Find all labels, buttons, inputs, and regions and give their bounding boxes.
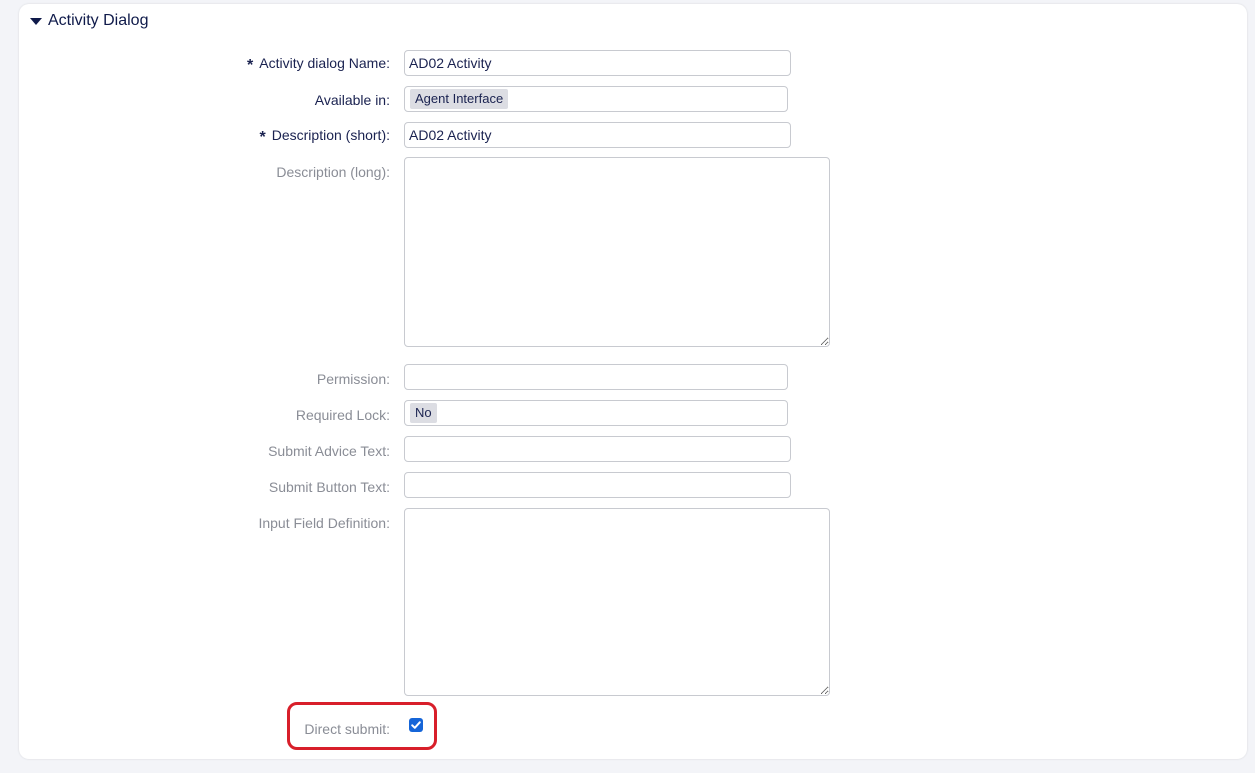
activity-dialog-panel: Activity Dialog * Activity dialog Name: A… xyxy=(19,4,1247,759)
required-star-icon: * xyxy=(259,129,266,146)
caret-down-icon xyxy=(30,18,42,25)
submit-advice-text-input[interactable] xyxy=(404,436,791,462)
description-long-textarea[interactable] xyxy=(404,157,830,347)
available-in-selected-chip: Agent Interface xyxy=(410,89,509,109)
permission-select[interactable] xyxy=(404,364,788,390)
submit-button-text-input[interactable] xyxy=(404,472,791,498)
description-short-label: * Description (short): xyxy=(259,127,391,146)
activity-dialog-name-input[interactable] xyxy=(404,50,791,76)
available-in-label: Available in: xyxy=(314,92,390,108)
submit-advice-text-label: Submit Advice Text: xyxy=(268,443,390,459)
permission-label: Permission: xyxy=(316,371,390,387)
direct-submit-checkbox[interactable] xyxy=(409,718,423,732)
direct-submit-label: Direct submit: xyxy=(304,721,390,737)
required-lock-select[interactable]: No xyxy=(404,400,788,426)
submit-button-text-label: Submit Button Text: xyxy=(268,479,390,495)
panel-header-toggle[interactable]: Activity Dialog xyxy=(30,11,148,31)
activity-dialog-name-label: * Activity dialog Name: xyxy=(247,55,390,74)
input-field-definition-textarea[interactable] xyxy=(404,508,830,696)
panel-title: Activity Dialog xyxy=(48,12,149,29)
required-lock-label: Required Lock: xyxy=(295,407,390,423)
description-short-input[interactable] xyxy=(404,122,791,148)
available-in-select[interactable]: Agent Interface xyxy=(404,86,788,112)
required-lock-selected-chip: No xyxy=(410,403,437,423)
checkmark-icon xyxy=(411,721,421,729)
description-long-label: Description (long): xyxy=(276,164,390,180)
required-star-icon: * xyxy=(247,57,254,74)
input-field-definition-label: Input Field Definition: xyxy=(258,515,390,531)
